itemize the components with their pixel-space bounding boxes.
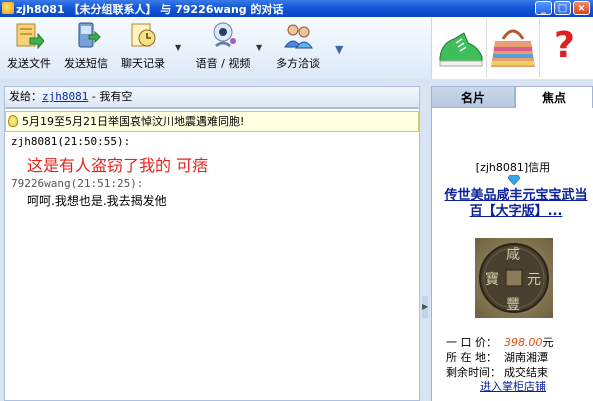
send-sms-button[interactable]: 发送短信 xyxy=(60,21,112,71)
location-row: 所 在 地： 湖南湘潭 xyxy=(446,349,548,365)
collapse-arrow-icon[interactable]: ▶ xyxy=(422,296,428,318)
chat-history-pane[interactable]: 5月19至5月21日举国哀悼汶川地震遇难同胞! zjh8081(21:50:55… xyxy=(4,108,420,401)
coin-char: 豐 xyxy=(506,297,520,313)
coin-char: 元 xyxy=(527,272,541,288)
message-header: zjh8081(21:50:55): xyxy=(11,135,131,148)
ad-bar: ? xyxy=(431,17,593,79)
send-file-label: 发送文件 xyxy=(7,57,51,70)
message-body: 这是有人盗窃了我的 可痞 xyxy=(27,156,209,175)
coin-char: 寶 xyxy=(485,272,499,288)
right-panel-tabs: 名片 焦点 xyxy=(431,86,593,108)
chat-history-icon xyxy=(128,21,158,49)
message-header: 79226wang(21:51:25): xyxy=(11,177,144,190)
send-sms-icon xyxy=(71,21,101,49)
tab-focus[interactable]: 焦点 xyxy=(515,86,593,108)
send-file-icon xyxy=(14,21,45,50)
notice-text: 5月19至5月21日举国哀悼汶川地震遇难同胞! xyxy=(22,115,245,128)
product-title-link[interactable]: 传世美品咸丰元宝宝武当百【大字版】... xyxy=(442,188,590,220)
panel-splitter[interactable]: ▶ xyxy=(420,86,431,401)
handbag-icon xyxy=(491,29,535,67)
chat-history-label: 聊天记录 xyxy=(121,57,165,70)
more-tools-icon[interactable]: ▼ xyxy=(335,43,343,56)
lightbulb-icon xyxy=(8,115,18,127)
toolbar: 发送文件 发送短信 聊天记录 ▼ 语音 / 视频 ▼ 多方洽谈 ▼ xyxy=(0,17,431,79)
location-value: 湖南湘潭 xyxy=(504,351,548,364)
location-label: 所 在 地： xyxy=(446,351,497,364)
focus-content: [zjh8081]信用 传世美品咸丰元宝宝武当百【大字版】... 咸 豐 元 寶… xyxy=(431,108,593,401)
shop-link[interactable]: 进入掌柜店铺 xyxy=(480,378,546,394)
chat-history-button[interactable]: 聊天记录 xyxy=(117,21,169,71)
voice-video-label: 语音 / 视频 xyxy=(195,57,251,70)
price-value: 398.00 xyxy=(504,336,543,349)
window-title: zjh8081 【未分组联系人】 与 79226wang 的对话 xyxy=(16,3,284,16)
bag-ad[interactable] xyxy=(487,19,540,77)
title-bar: zjh8081 【未分组联系人】 与 79226wang 的对话 _ □ × xyxy=(0,0,593,17)
multi-chat-label: 多方洽谈 xyxy=(276,57,320,70)
right-panel: 名片 焦点 [zjh8081]信用 传世美品咸丰元宝宝武当百【大字版】... 咸… xyxy=(431,86,593,401)
chat-history-dropdown-icon[interactable]: ▼ xyxy=(175,43,181,52)
sneaker-icon xyxy=(439,32,483,67)
message-body: 呵呵.我想也是.我去揭发他 xyxy=(27,194,167,208)
recipient-status: - 我有空 xyxy=(88,90,133,103)
send-to-bar: 发给：zjh8081 - 我有空 xyxy=(4,86,420,108)
multi-chat-button[interactable]: 多方洽谈 xyxy=(272,21,324,71)
price-label: 一 口 价： xyxy=(446,336,497,349)
close-button[interactable]: × xyxy=(573,1,590,15)
send-sms-label: 发送短信 xyxy=(64,57,108,70)
price-row: 一 口 价： 398.00元 xyxy=(446,334,554,350)
voice-video-dropdown-icon[interactable]: ▼ xyxy=(256,43,262,52)
recipient-link[interactable]: zjh8081 xyxy=(42,90,88,103)
diamond-icon xyxy=(508,175,520,185)
send-to-prefix: 发给： xyxy=(9,90,42,103)
sneaker-ad[interactable] xyxy=(434,19,487,77)
question-mark-icon: ? xyxy=(554,25,575,66)
send-file-button[interactable]: 发送文件 xyxy=(4,21,54,71)
credit-label[interactable]: [zjh8081]信用 xyxy=(432,159,593,175)
help-ad[interactable]: ? xyxy=(540,19,592,77)
coin-char: 咸 xyxy=(506,247,520,263)
app-icon xyxy=(2,2,14,14)
voice-video-button[interactable]: 语音 / 视频 xyxy=(192,21,254,71)
minimize-button[interactable]: _ xyxy=(535,1,552,15)
group-icon xyxy=(283,21,313,49)
coin-image[interactable]: 咸 豐 元 寶 xyxy=(475,238,553,318)
maximize-button[interactable]: □ xyxy=(554,1,571,15)
price-unit: 元 xyxy=(542,336,554,349)
webcam-icon xyxy=(208,21,238,49)
notice-banner[interactable]: 5月19至5月21日举国哀悼汶川地震遇难同胞! xyxy=(5,111,419,132)
tab-card[interactable]: 名片 xyxy=(431,86,515,108)
